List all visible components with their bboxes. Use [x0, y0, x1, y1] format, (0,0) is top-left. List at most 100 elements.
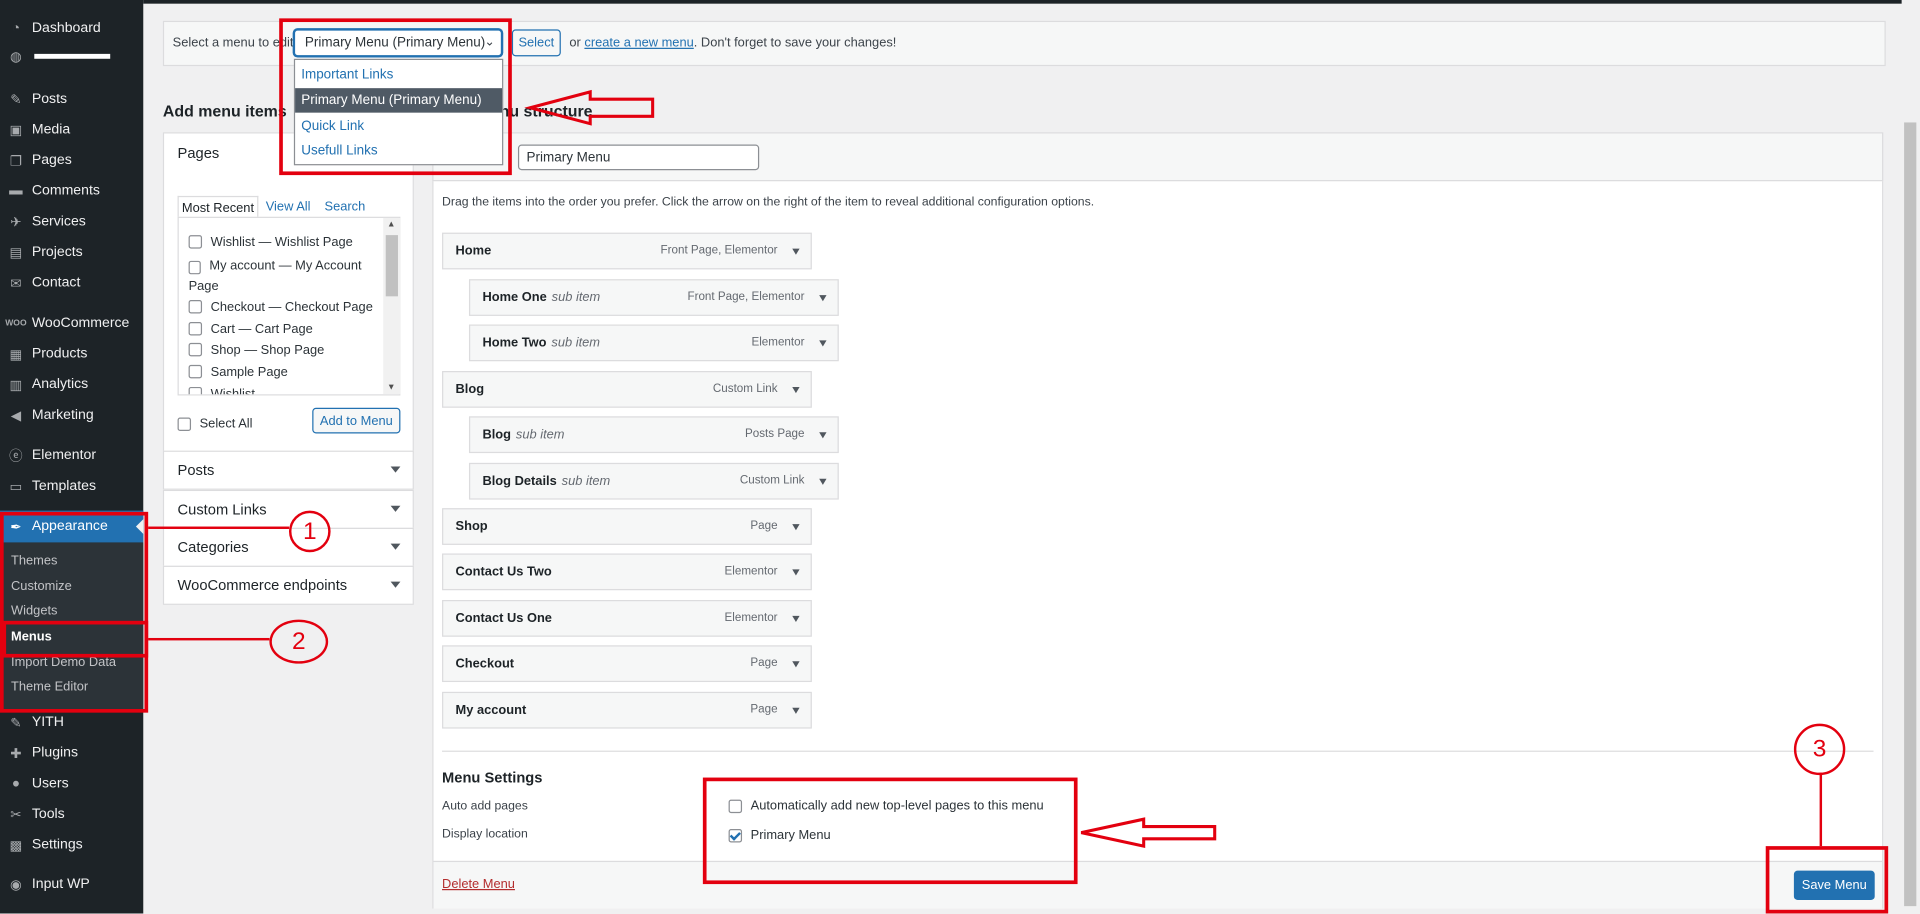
item-expand-icon[interactable] [819, 432, 827, 439]
annotation-line-3 [1819, 772, 1823, 847]
list-item[interactable]: Checkout — Checkout Page [188, 300, 373, 315]
triangle-down-icon [390, 505, 401, 512]
menu-item[interactable]: Blog sub item Posts Page [468, 416, 839, 454]
menu-item[interactable]: Home Front Page, Elementor [442, 232, 812, 270]
wrench-icon: ✈ [10, 214, 22, 230]
auto-add-pages-label: Auto add pages [442, 799, 528, 814]
accordion-custom-links[interactable]: Custom Links [162, 489, 414, 529]
nav-yith[interactable]: ✎ YITH [0, 709, 143, 736]
list-item[interactable]: Shop — Shop Page [188, 342, 324, 358]
comment-icon: ▬ [9, 183, 23, 199]
yith-icon: ✎ [10, 715, 22, 731]
checkbox[interactable] [188, 322, 203, 336]
tools-icon: ✂ [10, 807, 22, 823]
accordion-woocommerce-endpoints[interactable]: WooCommerce endpoints [162, 565, 414, 605]
portfolio-icon: ▤ [9, 245, 23, 261]
nav-analytics[interactable]: ▥ Analytics [0, 371, 143, 398]
menu-item[interactable]: Home One sub item Front Page, Elementor [468, 279, 839, 316]
menu-item[interactable]: Blog Details sub item Custom Link [468, 462, 839, 500]
menu-item[interactable]: Home Two sub item Elementor [468, 324, 839, 362]
media-icon: ▣ [9, 123, 23, 138]
nav-media[interactable]: ▣ Media [0, 116, 143, 143]
annotation-box-dropdown [279, 18, 512, 176]
create-menu-link[interactable]: create a new menu [584, 36, 693, 51]
annotation-box-settings [702, 777, 1078, 885]
annotation-line-2 [148, 637, 270, 641]
list-item[interactable]: Cart — Cart Page [188, 322, 313, 337]
item-expand-icon[interactable] [792, 524, 800, 531]
pages-panel-title[interactable]: Pages [178, 144, 220, 161]
globe-icon: ◍ [10, 49, 22, 65]
list-item[interactable]: Wishlist [188, 386, 255, 395]
item-expand-icon[interactable] [819, 340, 827, 347]
add-menu-items-title: Add menu items [162, 101, 287, 121]
nav-posts[interactable]: ✎ Posts [0, 86, 143, 113]
scroll-up-icon[interactable]: ▲ [387, 220, 395, 229]
list-item[interactable]: Wishlist — Wishlist Page [188, 235, 353, 250]
nav-comments[interactable]: ▬ Comments [0, 178, 143, 205]
item-expand-icon[interactable] [792, 248, 800, 255]
nav-settings[interactable]: ▩ Settings [0, 831, 143, 858]
item-expand-icon[interactable] [792, 707, 800, 714]
checkbox[interactable] [188, 235, 203, 249]
checkbox[interactable] [188, 386, 203, 395]
nav-marketing[interactable]: ◀ Marketing [0, 402, 143, 429]
menu-name-input[interactable]: Primary Menu [517, 144, 760, 171]
item-expand-icon[interactable] [819, 295, 827, 302]
nav-plugins[interactable]: ✚ Plugins [0, 740, 143, 767]
nav-products[interactable]: ▦ Products [0, 340, 143, 367]
nav-pages[interactable]: ❐ Pages [0, 147, 143, 174]
woo-icon: WOO [5, 318, 27, 328]
nav-dashboard[interactable]: ◔ Dashboard [0, 15, 143, 42]
annotation-step-1: 1 [288, 510, 331, 553]
checkbox[interactable] [188, 342, 203, 357]
item-expand-icon[interactable] [792, 569, 800, 576]
checkbox[interactable] [177, 416, 192, 431]
list-item[interactable]: Sample Page [188, 364, 288, 380]
menu-item[interactable]: Checkout Page [442, 645, 812, 683]
scroll-down-icon[interactable]: ▼ [387, 383, 395, 392]
tab-view-all[interactable]: View All [266, 196, 311, 218]
megaphone-icon: ◀ [10, 408, 22, 424]
menu-item[interactable]: Contact Us One Elementor [442, 600, 812, 637]
annotation-box-menus [2, 620, 149, 658]
page-scrollbar-thumb[interactable] [1904, 122, 1917, 907]
checkbox[interactable] [188, 300, 203, 314]
nav-input-wp[interactable]: ◉ Input WP [0, 871, 143, 898]
admin-sidebar: ◔ Dashboard ◍ ✎ Posts ▣ Media ❐ Pages ▬ Comme… [0, 0, 144, 914]
menu-item[interactable]: My account Page [442, 691, 812, 729]
nav-projects[interactable]: ▤ Projects [0, 239, 143, 266]
delete-menu-link[interactable]: Delete Menu [442, 877, 515, 892]
users-icon: ● [11, 776, 20, 792]
menu-item[interactable]: Contact Us Two Elementor [442, 553, 812, 591]
menu-footer-bar [433, 860, 1883, 909]
nav-services[interactable]: ✈ Services [0, 208, 143, 235]
select-button[interactable]: Select [511, 29, 561, 57]
nav-templates[interactable]: ▭ Templates [0, 473, 143, 500]
create-menu-hint: or create a new menu. Don't forget to sa… [569, 35, 897, 51]
select-all-checkbox[interactable]: Select All [177, 416, 252, 431]
item-expand-icon[interactable] [792, 615, 800, 623]
triangle-down-icon [390, 581, 401, 588]
nav-tools[interactable]: ✂ Tools [0, 801, 143, 828]
accordion-posts[interactable]: Posts [162, 450, 414, 490]
mail-icon: ✉ [10, 276, 22, 291]
checkbox[interactable] [188, 364, 203, 379]
item-expand-icon[interactable] [792, 661, 800, 668]
pages-icon: ❐ [9, 153, 22, 169]
nav-contact[interactable]: ✉ Contact [0, 269, 143, 296]
nav-site[interactable]: ◍ [0, 43, 143, 70]
add-to-menu-button[interactable]: Add to Menu [312, 407, 401, 434]
list-item[interactable]: My account — My Account Page [188, 256, 373, 298]
nav-users[interactable]: ● Users [0, 770, 143, 797]
nav-elementor[interactable]: ⓔ Elementor [0, 442, 143, 469]
display-location-label: Display location [442, 827, 528, 842]
menu-item[interactable]: Shop Page [442, 508, 812, 545]
list-scrollbar-thumb[interactable] [385, 235, 398, 297]
tab-search[interactable]: Search [324, 196, 365, 218]
menu-item[interactable]: Blog Custom Link [442, 371, 812, 408]
nav-woocommerce[interactable]: WOO WooCommerce [0, 310, 143, 337]
item-expand-icon[interactable] [792, 386, 800, 394]
annotation-step-2: 2 [269, 619, 329, 664]
item-expand-icon[interactable] [819, 478, 827, 485]
